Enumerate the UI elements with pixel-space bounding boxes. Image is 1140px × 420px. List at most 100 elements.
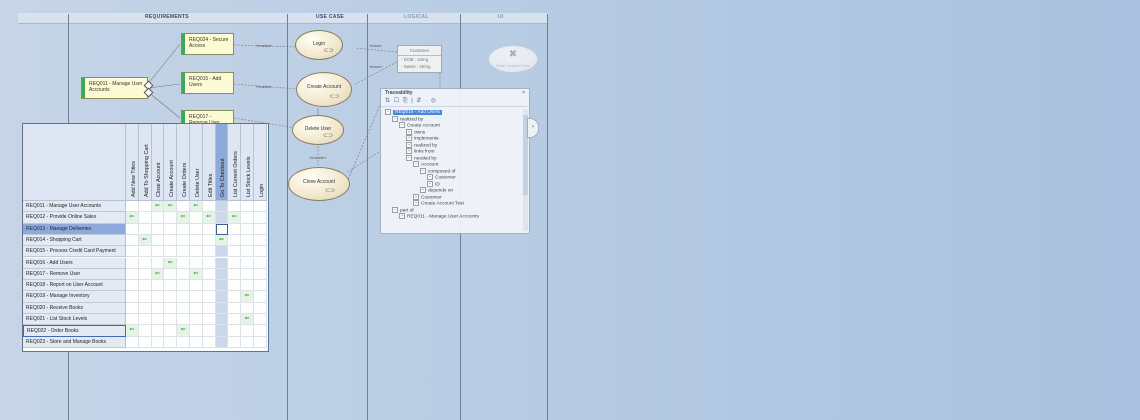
matrix-cell[interactable] bbox=[126, 291, 139, 303]
matrix-cell[interactable] bbox=[202, 325, 216, 337]
usecase-order-screen-form[interactable]: ✖ Order Screen Form bbox=[488, 45, 538, 73]
matrix-cell[interactable] bbox=[241, 302, 254, 314]
matrix-cell[interactable] bbox=[177, 234, 190, 247]
matrix-column-header[interactable]: Create Orders bbox=[177, 124, 190, 201]
matrix-cell[interactable] bbox=[254, 291, 267, 303]
matrix-column-header[interactable]: List Current Orders bbox=[228, 124, 242, 201]
matrix-cell[interactable] bbox=[164, 291, 178, 303]
close-icon[interactable]: × bbox=[522, 89, 525, 97]
matrix-cell[interactable] bbox=[126, 234, 139, 247]
collapse-icon[interactable]: − bbox=[406, 154, 412, 161]
usecase-login[interactable]: Login ⊂⊃ bbox=[295, 30, 343, 60]
matrix-cell[interactable] bbox=[177, 314, 190, 326]
matrix-cell[interactable] bbox=[164, 234, 178, 247]
matrix-row-label[interactable]: REQ015 - Process Credit Card Payment bbox=[23, 246, 126, 258]
matrix-cell[interactable] bbox=[228, 246, 242, 258]
matrix-cell[interactable] bbox=[177, 280, 190, 292]
matrix-cell-relationship[interactable]: ⇐ bbox=[190, 268, 203, 281]
collapse-icon[interactable]: − bbox=[420, 167, 426, 174]
matrix-cell[interactable] bbox=[228, 325, 242, 337]
matrix-cell-relationship[interactable]: ⇐ bbox=[215, 234, 229, 247]
collapse-icon[interactable]: − bbox=[413, 161, 419, 167]
collapse-icon[interactable]: − bbox=[392, 206, 398, 213]
requirement-req011[interactable]: REQ011 - Manage User Accounts bbox=[81, 77, 148, 99]
matrix-cell[interactable] bbox=[126, 257, 139, 269]
matrix-cell[interactable] bbox=[126, 302, 139, 314]
matrix-row-label[interactable]: REQ018 - Report on User Account bbox=[23, 280, 126, 292]
matrix-cell[interactable] bbox=[151, 325, 165, 337]
matrix-cell[interactable] bbox=[254, 234, 267, 247]
matrix-column-header[interactable]: Create Account bbox=[164, 124, 178, 201]
matrix-cell[interactable] bbox=[228, 302, 242, 314]
collapse-icon[interactable]: − bbox=[385, 109, 391, 115]
matrix-cell[interactable] bbox=[138, 302, 152, 314]
matrix-cell[interactable] bbox=[202, 280, 216, 292]
matrix-cell[interactable] bbox=[138, 257, 152, 269]
matrix-cell[interactable] bbox=[126, 223, 139, 235]
matrix-cell[interactable] bbox=[151, 280, 165, 292]
matrix-cell[interactable] bbox=[190, 291, 203, 303]
usecase-create-account[interactable]: Create Account ⊂⊃ bbox=[296, 72, 352, 107]
matrix-cell[interactable] bbox=[126, 201, 139, 213]
matrix-column-header[interactable]: List Stock Levels bbox=[241, 124, 254, 201]
expand-icon[interactable]: + bbox=[406, 128, 412, 135]
matrix-row-label[interactable]: REQ016 - Add Users bbox=[23, 257, 126, 269]
matrix-row-label[interactable]: REQ020 - Receive Books bbox=[23, 302, 126, 314]
matrix-column-header[interactable]: Edit Titles bbox=[202, 124, 216, 201]
matrix-cell[interactable] bbox=[164, 268, 178, 281]
matrix-cell[interactable] bbox=[254, 302, 267, 314]
matrix-cell-relationship[interactable]: ⇐ bbox=[202, 212, 216, 224]
matrix-cell[interactable] bbox=[138, 336, 152, 348]
matrix-row[interactable]: REQ017 - Remove User ⇐ ⇐ bbox=[23, 268, 268, 281]
matrix-cell[interactable] bbox=[241, 223, 254, 235]
requirement-req015[interactable]: REQ015 - Add Users bbox=[181, 72, 234, 94]
tree-node[interactable]: + Create Account Test bbox=[413, 200, 464, 207]
matrix-cell[interactable] bbox=[241, 325, 254, 337]
matrix-row-label[interactable]: REQ012 - Provide Online Sales bbox=[23, 212, 126, 224]
matrix-cell[interactable] bbox=[190, 302, 203, 314]
matrix-cell[interactable] bbox=[215, 280, 229, 292]
matrix-cell[interactable] bbox=[228, 223, 242, 235]
matrix-cell[interactable] bbox=[164, 212, 178, 224]
matrix-cell-relationship[interactable]: ⇐ bbox=[177, 212, 190, 224]
matrix-cell[interactable] bbox=[177, 223, 190, 235]
matrix-cell[interactable] bbox=[254, 201, 267, 213]
matrix-cell[interactable] bbox=[215, 291, 229, 303]
panel-toolbar[interactable]: ⇅ ☐ ⎘ | ⇵ · ◎ bbox=[381, 97, 529, 107]
matrix-cell-relationship[interactable]: ⇐ bbox=[241, 291, 254, 303]
matrix-cell[interactable] bbox=[228, 201, 242, 213]
traceability-panel[interactable]: Traceability × ⇅ ☐ ⎘ | ⇵ · ◎ − REQ015 - A… bbox=[380, 88, 530, 234]
matrix-row[interactable]: REQ013 - Manage Deliveries bbox=[23, 223, 268, 235]
matrix-cell-relationship[interactable]: ⇐ bbox=[190, 201, 203, 213]
matrix-cell[interactable] bbox=[228, 234, 242, 247]
matrix-cell[interactable] bbox=[228, 314, 242, 326]
matrix-cell[interactable] bbox=[126, 268, 139, 281]
matrix-cell[interactable] bbox=[190, 234, 203, 247]
collapse-icon[interactable]: − bbox=[399, 122, 405, 128]
matrix-cell[interactable] bbox=[190, 314, 203, 326]
matrix-cell[interactable] bbox=[177, 302, 190, 314]
matrix-cell-relationship[interactable]: ⇐ bbox=[228, 212, 242, 224]
usecase-close-account[interactable]: Close Account ⊂⊃ bbox=[288, 167, 350, 201]
matrix-cell[interactable] bbox=[202, 291, 216, 303]
matrix-cell-relationship[interactable]: ⇐ bbox=[151, 201, 165, 213]
matrix-cell-relationship[interactable]: ⇐ bbox=[164, 201, 178, 213]
matrix-cell[interactable] bbox=[177, 201, 190, 213]
matrix-cell[interactable] bbox=[241, 336, 254, 348]
expand-icon[interactable]: + bbox=[427, 174, 433, 180]
requirement-req024[interactable]: REQ024 - Secure Access bbox=[181, 33, 234, 55]
matrix-cell[interactable] bbox=[126, 246, 139, 258]
matrix-row[interactable]: REQ019 - Manage Inventory ⇐ bbox=[23, 291, 268, 303]
matrix-cell[interactable] bbox=[202, 234, 216, 247]
matrix-cell[interactable] bbox=[126, 314, 139, 326]
matrix-cell[interactable] bbox=[215, 257, 229, 269]
matrix-cell[interactable] bbox=[151, 291, 165, 303]
matrix-row-label[interactable]: REQ013 - Manage Deliveries bbox=[23, 223, 126, 235]
matrix-cell[interactable] bbox=[164, 336, 178, 348]
matrix-cell[interactable] bbox=[190, 223, 203, 235]
matrix-cell[interactable] bbox=[138, 314, 152, 326]
matrix-row[interactable]: REQ012 - Provide Online Sales ⇐ ⇐ ⇐ ⇐ bbox=[23, 212, 268, 224]
expand-icon[interactable]: + bbox=[406, 135, 412, 141]
matrix-cell[interactable] bbox=[228, 268, 242, 281]
matrix-row[interactable]: REQ014 - Shopping Cart ⇐ ⇐ bbox=[23, 234, 268, 247]
